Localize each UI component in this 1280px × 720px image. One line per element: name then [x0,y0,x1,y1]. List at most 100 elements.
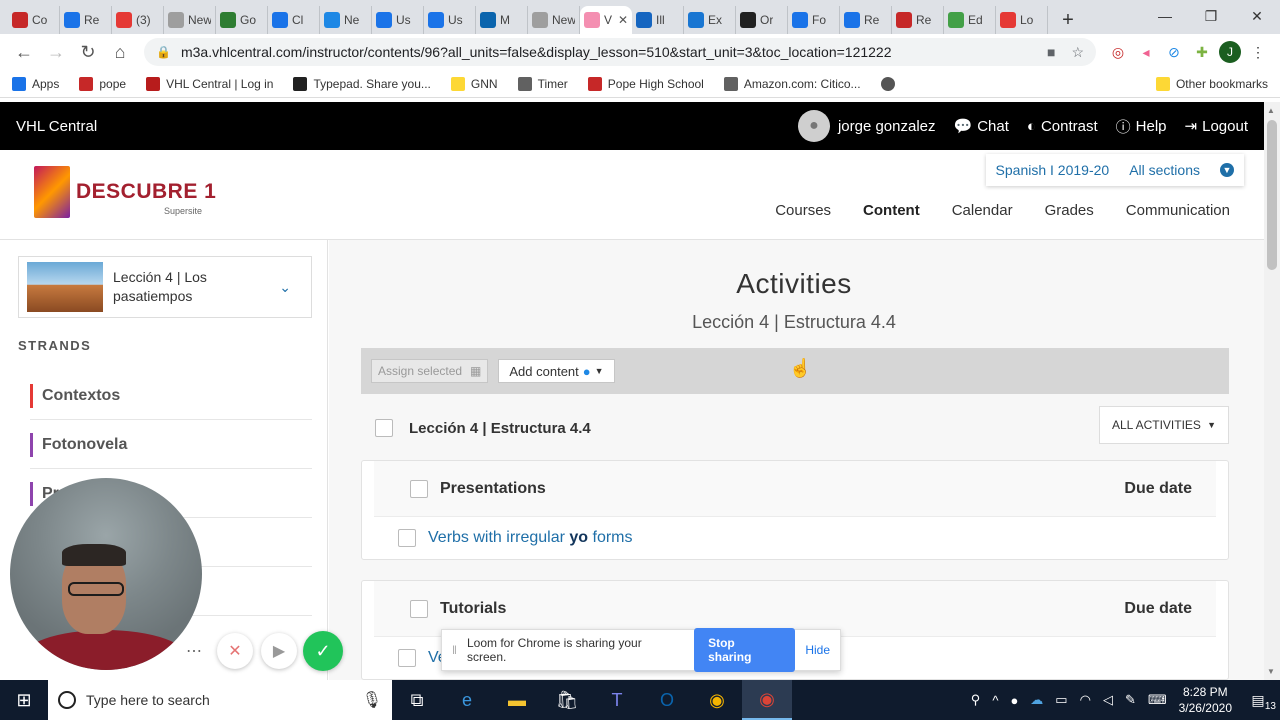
globe-bookmark[interactable] [880,76,895,91]
strand-item[interactable]: Contextos [30,372,312,420]
file-explorer-icon[interactable]: ▬ [492,680,542,720]
browser-tab[interactable]: Lo [996,6,1048,34]
teams-icon[interactable]: T [592,680,642,720]
volume-icon[interactable]: ◁ [1103,692,1113,708]
close-tab-icon[interactable]: ✕ [618,13,628,27]
browser-tab[interactable]: Or [736,6,788,34]
descubre-logo[interactable]: DESCUBRE 1 Supersite [34,166,216,218]
other-bookmarks[interactable]: Other bookmarks [1155,76,1268,91]
group-checkbox[interactable] [410,599,428,618]
microphone-icon[interactable]: 🎙 [362,690,382,710]
browser-tab[interactable]: V ✕ [580,6,632,34]
bookmark-item[interactable]: GNN [450,76,498,91]
back-button[interactable]: ← [8,36,40,68]
system-clock[interactable]: 8:28 PM 3/26/2020 [1179,684,1232,716]
forward-button[interactable]: → [40,36,72,68]
browser-tab[interactable]: Re [840,6,892,34]
stop-sharing-button[interactable]: Stop sharing [694,628,796,672]
chrome-icon[interactable]: ◉ [692,680,742,720]
strand-item[interactable]: Fotonovela [30,421,312,469]
home-button[interactable]: ⌂ [104,36,136,68]
assign-selected-button[interactable]: Assign selected ▦ [371,359,489,383]
microphone-tray-icon[interactable]: ● [1010,693,1018,708]
maximize-button[interactable]: ❐ [1188,0,1234,32]
browser-tab[interactable]: Us [372,6,424,34]
loom-pause-button[interactable]: ▶ [261,633,297,669]
contrast-link[interactable]: ◐ Contrast [1027,118,1098,135]
activity-filter-dropdown[interactable]: ALL ACTIVITIES ▼ [1099,406,1229,444]
notifications-icon[interactable]: ▤ 13 [1244,686,1276,714]
loom-finish-button[interactable]: ✓ [303,631,343,671]
loom-cancel-button[interactable]: ✕ [217,633,253,669]
user-menu[interactable]: ● jorge gonzalez [797,110,936,142]
minimize-button[interactable]: — [1142,0,1188,32]
browser-tab[interactable]: M [476,6,528,34]
loom-extension-icon[interactable]: ◂ [1132,38,1160,66]
tray-chevron-icon[interactable]: ^ [992,693,998,708]
new-tab-button[interactable]: + [1054,6,1082,34]
bookmark-item[interactable]: Amazon.com: Citico... [723,76,861,91]
onedrive-icon[interactable]: ☁ [1030,692,1043,708]
browser-tab[interactable]: (3) [112,6,164,34]
bookmark-item[interactable]: Pope High School [587,76,704,91]
bookmark-star-icon[interactable]: ☆ [1071,44,1084,61]
hide-button[interactable]: Hide [805,643,830,657]
nav-courses[interactable]: Courses [775,202,831,219]
add-content-button[interactable]: Add content ● ▼ [498,359,615,383]
keyboard-icon[interactable]: ⌨ [1148,692,1167,708]
taskbar-search[interactable]: Type here to search 🎙 [48,680,392,720]
profile-avatar[interactable]: J [1216,38,1244,66]
lesson-checkbox[interactable] [375,419,393,437]
extension-icon[interactable]: ⊘ [1160,38,1188,66]
extension-icon[interactable]: ✚ [1188,38,1216,66]
reload-button[interactable]: ↻ [72,36,104,68]
browser-tab[interactable]: Ne [320,6,372,34]
chat-link[interactable]: 💬 Chat [954,117,1009,136]
lesson-selector[interactable]: Lección 4 | Los pasatiempos ⌄ [18,256,312,318]
browser-tab[interactable]: New Ta [528,6,580,34]
people-icon[interactable]: ⚲ [971,692,981,708]
scroll-thumb[interactable] [1267,120,1277,270]
address-bar[interactable]: 🔒 m3a.vhlcentral.com/instructor/contents… [144,38,1096,66]
browser-tab[interactable]: Co [8,6,60,34]
activity-checkbox[interactable] [398,529,416,547]
menu-kebab-icon[interactable]: ⋮ [1244,38,1272,66]
browser-tab[interactable]: Re [60,6,112,34]
close-window-button[interactable]: ✕ [1234,0,1280,32]
browser-tab[interactable]: Us [424,6,476,34]
battery-icon[interactable]: ▭ [1055,692,1067,708]
camera-icon[interactable]: ■ [1047,44,1055,61]
browser-tab[interactable]: Ed [944,6,996,34]
bookmark-item[interactable]: Typepad. Share you... [293,76,431,91]
nav-calendar[interactable]: Calendar [952,202,1013,219]
extension-icon[interactable]: ◎ [1104,38,1132,66]
browser-tab[interactable]: Cl [268,6,320,34]
browser-tab[interactable]: Ill [632,6,684,34]
bookmark-item[interactable]: Apps [12,76,59,91]
browser-tab[interactable]: Re [892,6,944,34]
bookmark-item[interactable]: pope [79,76,126,91]
outlook-icon[interactable]: O [642,680,692,720]
loom-more-icon[interactable]: ⋯ [176,633,212,669]
page-scrollbar[interactable]: ▲ ▼ [1264,102,1280,680]
browser-tab[interactable]: Ex [684,6,736,34]
course-selector[interactable]: Spanish I 2019-20 All sections ▼ [985,154,1244,186]
nav-communication[interactable]: Communication [1126,202,1230,219]
nav-grades[interactable]: Grades [1045,202,1094,219]
windows-start-icon[interactable]: ⊞ [0,680,48,720]
vhl-brand[interactable]: VHL Central [16,118,97,135]
logout-link[interactable]: ⇥ Logout [1185,117,1248,136]
activity-checkbox[interactable] [398,649,416,667]
pen-icon[interactable]: ✎ [1125,692,1136,708]
scroll-down-icon[interactable]: ▼ [1267,667,1275,676]
wifi-icon[interactable]: ◠ [1080,692,1091,708]
browser-tab[interactable]: New Ta [164,6,216,34]
bookmark-item[interactable]: VHL Central | Log in [146,76,273,91]
group-checkbox[interactable] [410,479,428,498]
browser-tab[interactable]: Fo [788,6,840,34]
chrome-active-icon[interactable]: ◉ [742,680,792,720]
scroll-up-icon[interactable]: ▲ [1267,106,1275,115]
loom-camera-bubble[interactable] [10,478,202,670]
bookmark-item[interactable]: Timer [517,76,568,91]
activity-link[interactable]: Verbs with irregular yo forms [428,529,633,547]
